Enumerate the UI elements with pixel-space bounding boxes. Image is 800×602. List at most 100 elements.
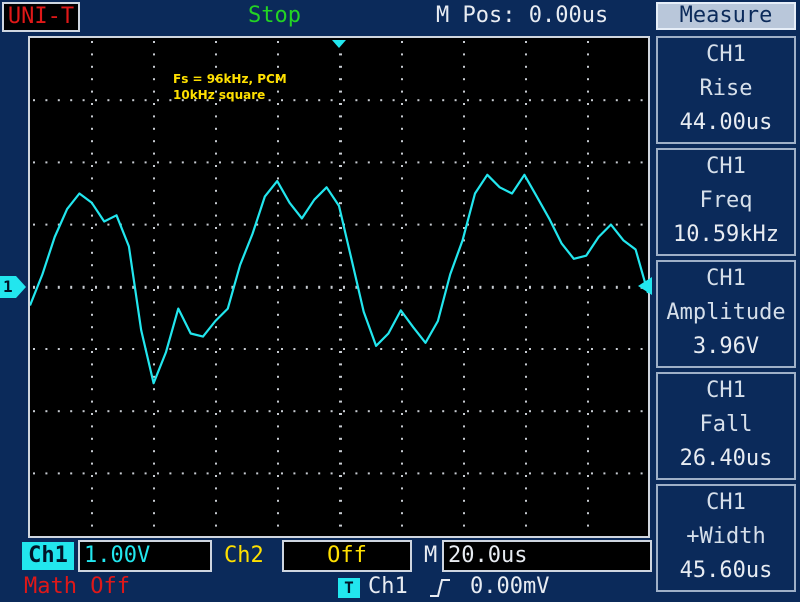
grid-dot [463, 388, 465, 391]
grid-dot [215, 450, 217, 453]
measure-value: 45.60us [679, 558, 773, 583]
annotation-line-1: Fs = 96kHz, PCM [173, 72, 287, 86]
grid-dot [206, 348, 209, 350]
grid-dot [463, 475, 465, 477]
grid-dot [153, 388, 155, 391]
grid-dot [479, 223, 482, 226]
grid-dot [628, 99, 631, 102]
grid-dot [640, 348, 643, 350]
grid-dot [181, 223, 184, 226]
grid-dot [355, 410, 358, 413]
grid-dot [587, 499, 589, 502]
grid-dot [70, 472, 73, 475]
grid-dot [401, 375, 403, 378]
grid-dot [45, 99, 48, 102]
grid-dot [277, 425, 279, 428]
grid-dot [339, 140, 342, 143]
grid-dot [401, 499, 403, 502]
grid-dot [525, 227, 527, 229]
trigger-level-marker[interactable] [638, 277, 652, 295]
measure-amplitude-panel[interactable]: CH1 Amplitude 3.96V [656, 260, 796, 368]
grid-dot [553, 285, 556, 289]
grid-dot [587, 375, 589, 378]
ch2-label[interactable]: Ch2 [224, 542, 264, 570]
trigger-source: Ch1 [368, 574, 408, 599]
grid-dot [516, 223, 519, 226]
grid-dot [132, 472, 135, 475]
grid-dot [405, 472, 407, 475]
grid-dot [45, 223, 48, 226]
grid-dot [401, 177, 403, 180]
grid-dot [215, 140, 217, 143]
grid-dot [615, 161, 618, 164]
measure-rise-panel[interactable]: CH1 Rise 44.00us [656, 36, 796, 144]
grid-dot [467, 161, 469, 164]
grid-dot [504, 348, 507, 350]
grid-dot [339, 450, 342, 453]
grid-dot [339, 103, 342, 105]
grid-dot [119, 161, 122, 164]
run-status[interactable]: Stop [248, 2, 301, 30]
grid-dot [504, 161, 507, 164]
grid-dot [355, 472, 358, 475]
grid-dot [119, 285, 122, 289]
measure-width-panel[interactable]: CH1 +Width 45.60us [656, 484, 796, 592]
grid-dot [429, 223, 432, 226]
measure-name: +Width [686, 524, 766, 549]
grid-dot [277, 227, 279, 229]
grid-dot [318, 472, 321, 475]
grid-dot [215, 127, 217, 130]
grid-dot [525, 512, 527, 515]
grid-dot [553, 99, 556, 102]
grid-dot [33, 348, 35, 350]
grid-dot [57, 99, 60, 102]
grid-dot [566, 161, 569, 164]
measure-name: Fall [699, 412, 753, 437]
grid-dot [153, 152, 155, 155]
grid-dot [339, 165, 342, 167]
grid-dot [463, 53, 465, 56]
grid-dot [268, 99, 271, 102]
grid-dot [401, 437, 403, 440]
grid-dot [587, 338, 589, 341]
grid-dot [380, 99, 383, 102]
grid-dot [525, 425, 527, 428]
grid-dot [169, 285, 172, 289]
grid-dot [277, 202, 279, 205]
grid-dot [380, 161, 383, 164]
grid-dot [215, 512, 217, 515]
grid-dot [339, 499, 342, 502]
grid-dot [591, 348, 593, 350]
grid-dot [206, 223, 209, 226]
grid-dot [525, 78, 527, 81]
grid-dot [463, 413, 465, 415]
measure-fall-panel[interactable]: CH1 Fall 26.40us [656, 372, 796, 480]
grid-dot [153, 313, 155, 316]
grid-dot [305, 99, 308, 102]
measure-freq-panel[interactable]: CH1 Freq 10.59kHz [656, 148, 796, 256]
grid-dot [529, 348, 531, 350]
grid-dot [615, 472, 618, 475]
measure-channel: CH1 [706, 266, 746, 291]
grid-dot [169, 410, 172, 413]
grid-dot [401, 152, 403, 155]
grid-dot [339, 313, 342, 316]
ch1-ground-marker[interactable]: 1 [0, 276, 26, 298]
grid-dot [45, 285, 48, 289]
grid-dot [277, 41, 279, 43]
grid-dot [277, 165, 279, 167]
grid-dot [525, 487, 527, 490]
math-status[interactable]: Math Off [24, 574, 130, 600]
grid-dot [491, 285, 494, 289]
grid-dot [405, 99, 407, 102]
grid-dot [215, 326, 217, 329]
grid-dot [153, 400, 155, 403]
grid-dot [463, 165, 465, 167]
measure-menu-title[interactable]: Measure [656, 2, 796, 30]
grid-dot [442, 99, 445, 102]
grid-dot [429, 99, 432, 102]
grid-dot [516, 285, 519, 289]
grid-dot [401, 326, 403, 329]
rising-edge-icon [428, 578, 452, 602]
ch1-label[interactable]: Ch1 [22, 542, 74, 570]
